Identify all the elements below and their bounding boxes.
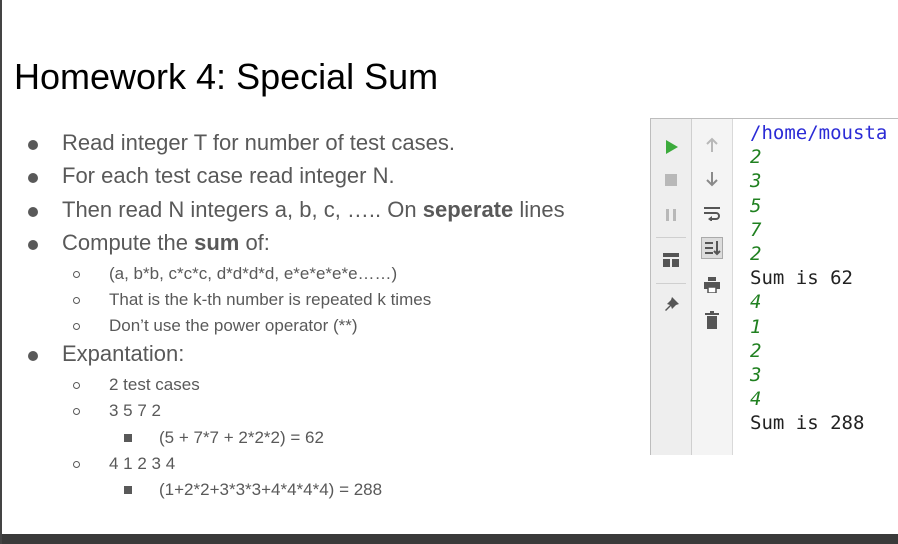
bullet-dot	[28, 140, 38, 150]
bullet-text: Expantation:	[62, 341, 185, 366]
sub-bullet-circle	[73, 382, 80, 389]
run-icon[interactable]	[663, 139, 679, 155]
console-toolbar-right	[692, 119, 733, 455]
print-icon[interactable]	[704, 277, 720, 293]
console-line-input: 2	[750, 146, 762, 169]
bullet-text-post: lines	[513, 197, 565, 222]
stop-icon[interactable]	[665, 174, 677, 186]
detail-text: (1+2*2+3*3*3+4*4*4*4) = 288	[159, 480, 383, 499]
sub-bullet-text: 4 1 2 3 4	[109, 454, 176, 473]
bullet-text-bold: sum	[194, 230, 240, 255]
console-toolbar-left	[651, 119, 692, 455]
trash-icon[interactable]	[705, 311, 719, 329]
console-line-output: Sum is 288	[750, 412, 865, 435]
sub-bullet-text: 3 5 7 2	[109, 401, 161, 420]
pin-icon[interactable]	[664, 297, 680, 313]
soft-wrap-icon[interactable]	[704, 207, 720, 221]
pause-icon[interactable]	[665, 209, 677, 221]
console-line-input: 4	[750, 388, 762, 411]
sub-bullet-circle	[73, 271, 80, 278]
bullet-dot	[28, 351, 38, 361]
scroll-to-end-icon[interactable]	[701, 237, 723, 259]
console-line-input: 2	[750, 339, 762, 362]
square-bullet	[124, 434, 132, 442]
bullet-dot	[28, 207, 38, 217]
console-line-input: 4	[750, 291, 762, 314]
sub-bullet-circle	[73, 297, 80, 304]
bullet-text: Compute the sum of:	[62, 230, 270, 256]
bullet-dot	[28, 240, 38, 250]
bullet-text-post: of:	[239, 230, 270, 255]
bullet-text-bold: seperate	[422, 197, 514, 222]
bullet-dot	[28, 173, 38, 183]
toolbar-separator	[656, 283, 686, 284]
console-line-path: /home/mousta	[750, 122, 888, 144]
bottom-bar	[2, 534, 898, 544]
ide-console-screenshot: /home/mousta 2 3 5 7 2 Sum is 62 4 1 2 3 4 Sum is 28…	[650, 118, 898, 455]
console-output: /home/mousta 2 3 5 7 2 Sum is 62 4 1 2 3 4 Sum is 28…	[750, 121, 887, 436]
scroll-up-icon[interactable]	[705, 137, 719, 153]
console-line-input: 3	[750, 170, 762, 193]
sub-bullet-circle	[73, 461, 80, 468]
console-line-input: 2	[750, 243, 762, 266]
console-line-input: 5	[750, 194, 762, 217]
square-bullet	[124, 486, 132, 494]
bullet-text-pre: Then read N integers a, b, c, ….. On	[62, 197, 423, 222]
sub-bullet-text: Don’t use the power operator (**)	[109, 316, 358, 335]
console-line-input: 7	[750, 218, 762, 241]
console-line-input: 3	[750, 364, 762, 387]
toolbar-separator	[656, 237, 686, 238]
scroll-down-icon[interactable]	[705, 171, 719, 187]
sub-bullet-circle	[73, 408, 80, 415]
slide-title: Homework 4: Special Sum	[14, 56, 439, 97]
sub-bullet-text: (a, b*b, c*c*c, d*d*d*d, e*e*e*e*e……)	[109, 264, 398, 283]
console-line-output: Sum is 62	[750, 267, 853, 290]
bullet-text-pre: Compute the	[62, 230, 195, 255]
bullet-text: For each test case read integer N.	[62, 163, 395, 188]
slide: Homework 4: Special Sum Read integer T f…	[0, 0, 898, 544]
console-line-input: 1	[750, 315, 762, 338]
layout-icon[interactable]	[663, 253, 679, 267]
sub-bullet-text: 2 test cases	[109, 375, 200, 394]
bullet-text: Then read N integers a, b, c, ….. On sep…	[62, 197, 565, 223]
sub-bullet-text: That is the k-th number is repeated k ti…	[109, 290, 432, 309]
bullet-text: Read integer T for number of test cases.	[62, 130, 455, 155]
detail-text: (5 + 7*7 + 2*2*2) = 62	[159, 428, 324, 447]
sub-bullet-circle	[73, 323, 80, 330]
